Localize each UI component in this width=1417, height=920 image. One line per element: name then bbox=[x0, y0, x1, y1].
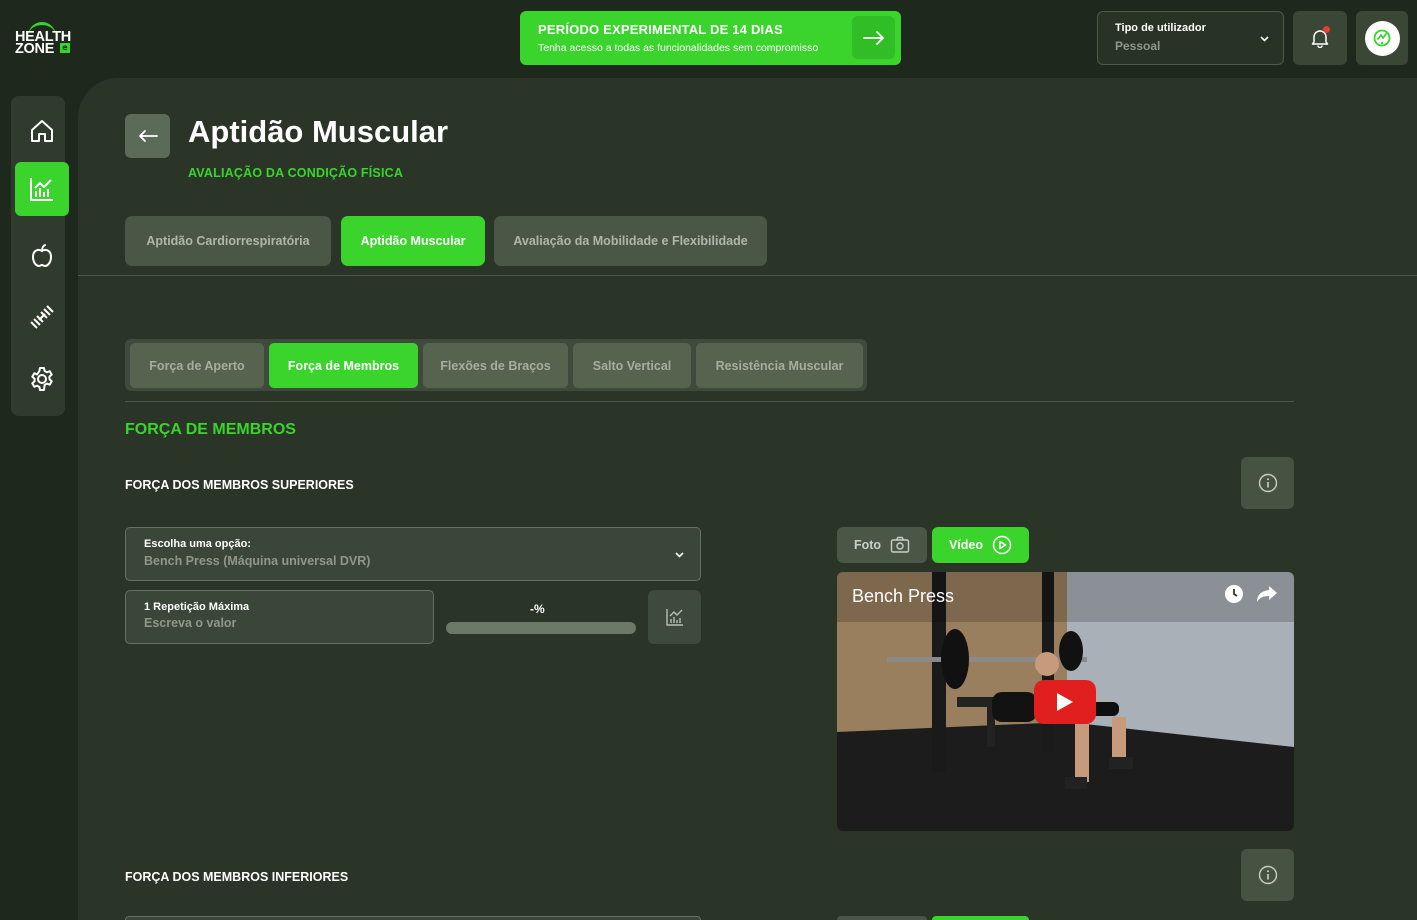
user-type-value: Pessoal bbox=[1115, 39, 1161, 53]
tab-mobility-flexibility[interactable]: Avaliação da Mobilidade e Flexibilidade bbox=[494, 216, 767, 266]
sidebar-item-settings[interactable] bbox=[15, 352, 69, 406]
chart-icon bbox=[665, 609, 683, 626]
tabs-divider bbox=[78, 275, 1417, 276]
lower-info-button[interactable] bbox=[1241, 849, 1294, 901]
lower-exercise-select[interactable] bbox=[125, 916, 701, 920]
watch-later-icon[interactable] bbox=[1224, 584, 1244, 604]
logo-line-2: ZONE bbox=[15, 41, 55, 57]
notification-dot bbox=[1323, 26, 1330, 33]
share-icon[interactable] bbox=[1256, 585, 1278, 603]
lower-limbs-title: FORÇA DOS MEMBROS INFERIORES bbox=[125, 870, 349, 884]
sidebar-item-training[interactable] bbox=[15, 290, 69, 344]
page-subtitle: AVALIAÇÃO DA CONDIÇÃO FÍSICA bbox=[188, 166, 404, 180]
subtab-grip-strength[interactable]: Força de Aperto bbox=[130, 343, 264, 388]
exercise-select-label: Escolha uma opção: bbox=[144, 538, 251, 550]
notifications-button[interactable] bbox=[1293, 11, 1347, 65]
sidebar-item-nutrition[interactable] bbox=[15, 229, 69, 283]
chevron-down-icon bbox=[675, 552, 684, 558]
arrow-left-icon bbox=[138, 130, 158, 142]
play-circle-icon bbox=[992, 535, 1012, 555]
dumbbell-icon bbox=[30, 305, 54, 329]
trial-subtitle: Tenha acesso a todas as funcionalidades … bbox=[538, 42, 819, 54]
trial-arrow-button[interactable] bbox=[852, 16, 895, 59]
sidebar bbox=[11, 96, 69, 416]
photo-tab-label: Foto bbox=[853, 538, 882, 552]
video-player[interactable]: Bench Press bbox=[837, 572, 1294, 831]
percent-value: -% bbox=[530, 602, 545, 616]
subtab-push-ups[interactable]: Flexões de Braços bbox=[423, 343, 568, 388]
exercise-select[interactable]: Escolha uma opção: Bench Press (Máquina … bbox=[125, 527, 701, 581]
lower-video-tab-button[interactable] bbox=[932, 916, 1029, 920]
percent-progress-bar bbox=[446, 622, 636, 634]
exercise-select-value: Bench Press (Máquina universal DVR) bbox=[144, 554, 371, 568]
user-type-select[interactable]: Tipo de utilizador Pessoal bbox=[1097, 11, 1284, 65]
one-rep-max-label: 1 Repetição Máxima bbox=[144, 601, 250, 613]
lower-photo-tab-button[interactable] bbox=[837, 916, 927, 920]
sidebar-item-home[interactable] bbox=[15, 104, 69, 158]
profile-button[interactable] bbox=[1356, 11, 1408, 65]
subtabs-divider bbox=[125, 401, 1294, 402]
healthzone-logo[interactable]: HEALTH ZONE e bbox=[14, 22, 72, 56]
arrow-right-icon bbox=[862, 30, 884, 45]
section-title: FORÇA DE MEMBROS bbox=[125, 421, 296, 438]
tab-cardiorespiratory[interactable]: Aptidão Cardiorrespiratória bbox=[125, 216, 331, 266]
history-chart-button[interactable] bbox=[648, 590, 701, 644]
play-icon bbox=[1057, 693, 1073, 711]
camera-icon bbox=[890, 536, 910, 553]
video-title: Bench Press bbox=[852, 586, 955, 606]
subtab-vertical-jump[interactable]: Salto Vertical bbox=[573, 343, 691, 388]
info-icon bbox=[1258, 473, 1277, 493]
one-rep-max-input[interactable] bbox=[144, 616, 404, 630]
tab-muscular[interactable]: Aptidão Muscular bbox=[341, 216, 485, 266]
apple-icon bbox=[31, 244, 53, 268]
trial-banner[interactable]: PERÍODO EXPERIMENTAL DE 14 DIAS Tenha ac… bbox=[520, 11, 901, 65]
user-type-label: Tipo de utilizador bbox=[1115, 22, 1206, 34]
upper-info-button[interactable] bbox=[1241, 457, 1294, 509]
sidebar-item-progress[interactable] bbox=[15, 162, 69, 216]
chart-icon bbox=[30, 178, 53, 201]
trial-title: PERÍODO EXPERIMENTAL DE 14 DIAS bbox=[538, 22, 783, 37]
youtube-play-button[interactable] bbox=[1034, 680, 1096, 724]
upper-limbs-title: FORÇA DOS MEMBROS SUPERIORES bbox=[125, 478, 354, 492]
chevron-down-icon bbox=[1260, 36, 1269, 42]
logo-badge: e bbox=[60, 43, 70, 53]
one-rep-max-field[interactable]: 1 Repetição Máxima bbox=[125, 590, 434, 644]
video-tab-button[interactable]: Vídeo bbox=[932, 527, 1029, 563]
photo-tab-button[interactable]: Foto bbox=[837, 527, 927, 563]
avatar-icon bbox=[1373, 29, 1391, 47]
video-tab-label: Vídeo bbox=[948, 538, 984, 552]
back-button[interactable] bbox=[125, 114, 170, 158]
subtab-muscular-endurance[interactable]: Resistência Muscular bbox=[696, 343, 863, 388]
home-icon bbox=[31, 120, 53, 142]
gear-icon bbox=[31, 367, 53, 391]
info-icon bbox=[1258, 865, 1277, 885]
page-title: Aptidão Muscular bbox=[188, 114, 449, 149]
avatar bbox=[1364, 20, 1400, 56]
subtab-limb-strength[interactable]: Força de Membros bbox=[269, 343, 418, 388]
